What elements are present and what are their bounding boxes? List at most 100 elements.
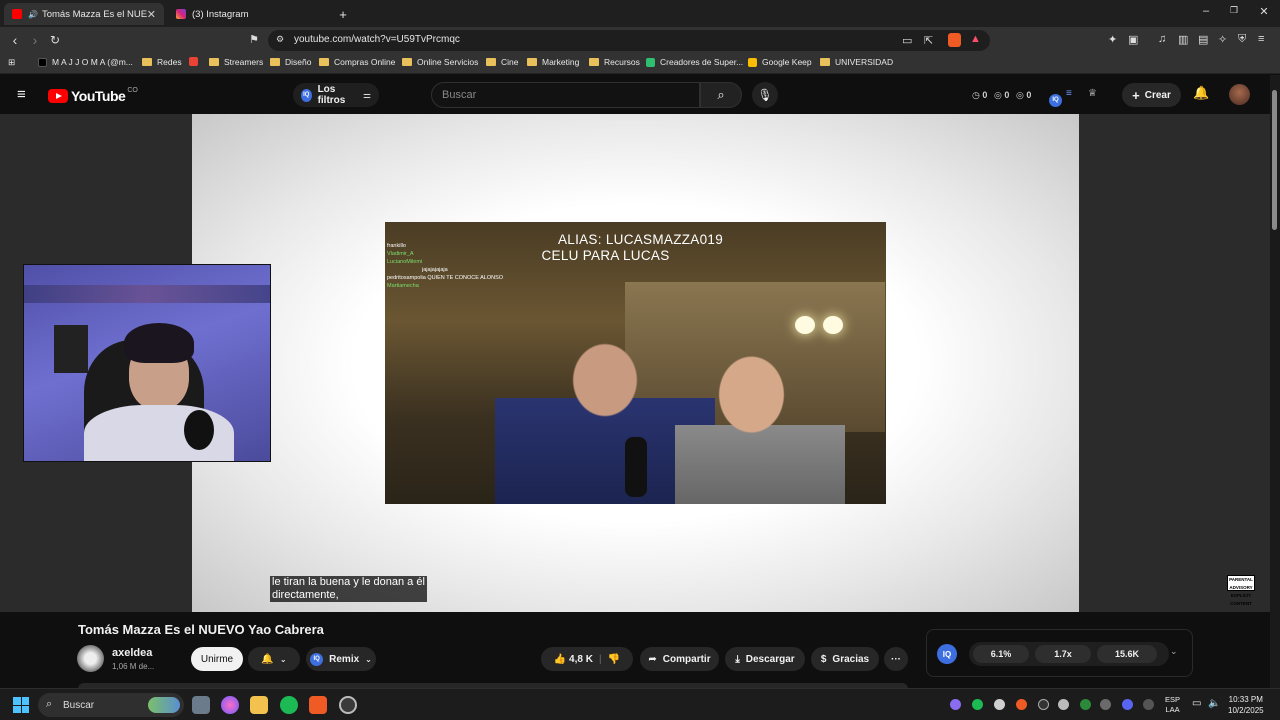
award-icon[interactable]: ♕ <box>1088 88 1097 99</box>
notifications-bell-icon[interactable]: 🔔 <box>1193 85 1209 101</box>
iq-icon: IQ <box>310 652 324 666</box>
more-actions-button[interactable]: ··· <box>884 647 908 671</box>
search-input[interactable]: Buscar <box>431 82 700 108</box>
spotify-icon[interactable] <box>280 696 298 714</box>
brave-rewards-icon[interactable]: ▲ <box>970 33 981 45</box>
close-window-button[interactable]: ✕ <box>1254 5 1274 18</box>
screenshot-icon[interactable]: ▣ <box>1128 33 1138 46</box>
filters-button[interactable]: IQ Los filtros ⚌ <box>293 83 379 107</box>
bookmark-online-servicios[interactable]: Online Servicios <box>402 57 478 67</box>
obs-tray-icon[interactable] <box>1038 699 1049 710</box>
address-bar[interactable]: ⚙ youtube.com/watch?v=U59TvPrcmqc ▭ ⇱ ▲ <box>268 30 990 51</box>
extensions-icon[interactable]: ✦ <box>1108 33 1117 46</box>
minimize-button[interactable]: – <box>1196 5 1216 17</box>
thanks-button[interactable]: $ Gracias <box>811 647 879 671</box>
close-tab-icon[interactable]: ✕ <box>147 8 156 21</box>
discord-tray-icon[interactable] <box>1122 699 1133 710</box>
like-button[interactable]: 👍 4,8 K <box>554 654 593 665</box>
tray-app-icon[interactable] <box>950 699 961 710</box>
bookmark-google-keep[interactable]: Google Keep <box>748 57 812 67</box>
network-icon[interactable]: ▭ <box>1192 698 1201 709</box>
sidebar-icon[interactable]: ▥ <box>1178 33 1188 46</box>
search-button[interactable]: ⌕ <box>700 82 742 108</box>
mic-icon: 🎙 <box>757 88 773 102</box>
music-icon[interactable]: ♫ <box>1158 33 1166 45</box>
list-icon[interactable]: ≡ <box>1066 88 1072 99</box>
tab-instagram[interactable]: (3) Instagram <box>168 3 328 25</box>
brave-shield-icon[interactable] <box>948 33 961 47</box>
channel-avatar[interactable] <box>77 645 104 672</box>
spotify-tray-icon[interactable] <box>972 699 983 710</box>
folder-icon <box>486 58 496 66</box>
controller-poster <box>54 325 88 373</box>
task-view-icon[interactable] <box>192 696 210 714</box>
remix-button[interactable]: IQ Remix ⌄ <box>306 647 376 671</box>
menu-icon[interactable]: ≡ <box>1258 33 1264 45</box>
system-clock[interactable]: 10:33 PM 10/2/2025 <box>1228 694 1264 716</box>
voice-search-button[interactable]: 🎙 <box>752 82 778 108</box>
bookmark-gmail[interactable] <box>189 57 203 66</box>
copilot-icon[interactable] <box>221 696 239 714</box>
chevron-down-icon: ⌄ <box>279 654 287 664</box>
site-info-icon[interactable]: ⚙ <box>276 34 284 45</box>
bookmark-redes[interactable]: Redes <box>142 57 182 67</box>
subscriber-count: 1,06 M de... <box>112 662 155 671</box>
file-explorer-icon[interactable] <box>250 696 268 714</box>
lamp-light <box>823 316 843 334</box>
input-language[interactable]: ESP LAA <box>1165 695 1180 715</box>
folder-icon <box>402 58 412 66</box>
vpn-icon[interactable]: ⛨ <box>1238 33 1246 46</box>
forward-button[interactable]: › <box>26 32 44 48</box>
download-button[interactable]: ⤓ Descargar <box>725 647 805 671</box>
youtube-logo[interactable]: YouTube CO <box>48 87 138 104</box>
bookmark-diseno[interactable]: Diseño <box>270 57 311 67</box>
tray-app-icon[interactable] <box>1058 699 1069 710</box>
bookmarks-bar: ⊞ M A J J O M A (@m... Redes Streamers D… <box>0 54 1280 74</box>
windows-start-icon[interactable] <box>13 697 29 713</box>
account-avatar[interactable] <box>1229 84 1250 105</box>
nvidia-tray-icon[interactable] <box>1080 699 1091 710</box>
chevron-down-icon[interactable]: ⌄ <box>1170 646 1178 657</box>
subscribed-bell-button[interactable]: 🔔 ⌄ <box>248 647 300 671</box>
bookmark-universidad[interactable]: UNIVERSIDAD <box>820 57 893 67</box>
hamburger-menu-icon[interactable]: ≡ <box>17 86 26 103</box>
bookmark-cine[interactable]: Cine <box>486 57 518 67</box>
share-icon[interactable]: ⇱ <box>924 34 933 47</box>
search-icon: ⌕ <box>46 698 53 710</box>
tray-app-icon[interactable] <box>994 699 1005 710</box>
bookmark-compras-online[interactable]: Compras Online <box>319 57 395 67</box>
creadores-icon <box>646 57 655 67</box>
bookmark-majjoma[interactable]: M A J J O M A (@m... <box>38 57 133 67</box>
audio-playing-icon: 🔊 <box>28 9 38 19</box>
obs-icon[interactable] <box>339 696 357 714</box>
cast-icon[interactable]: ▭ <box>902 34 912 47</box>
iq-extension-button[interactable]: IQ <box>1049 88 1062 107</box>
bookmark-icon[interactable]: ⚑ <box>249 33 259 46</box>
leo-ai-icon[interactable]: ✧ <box>1218 33 1227 46</box>
share-icon: ➦ <box>648 653 657 665</box>
new-tab-button[interactable]: + <box>333 3 353 25</box>
search-highlight-icon <box>148 697 180 713</box>
tray-app-icon[interactable] <box>1143 699 1154 710</box>
bookmark-recursos[interactable]: Recursos <box>589 57 640 67</box>
bookmark-creadores[interactable]: Creadores de Super... <box>646 57 743 67</box>
create-button[interactable]: + Crear <box>1122 83 1181 107</box>
channel-name[interactable]: axeldea <box>112 647 152 659</box>
apps-icon[interactable]: ⊞ <box>8 57 15 68</box>
brave-browser-icon[interactable] <box>309 696 327 714</box>
dislike-button[interactable]: 👎 <box>608 654 620 665</box>
tray-app-icon[interactable] <box>1100 699 1111 710</box>
scrollbar-thumb[interactable] <box>1272 90 1277 230</box>
taskbar-search[interactable]: ⌕ Buscar <box>38 693 184 717</box>
reload-button[interactable]: ↻ <box>46 32 64 48</box>
share-button[interactable]: ➦ Compartir <box>640 647 719 671</box>
bookmark-streamers[interactable]: Streamers <box>209 57 263 67</box>
tab-youtube[interactable]: 🔊 Tomás Mazza Es el NUEVO Yao ✕ <box>4 3 164 25</box>
volume-icon[interactable]: 🔈 <box>1208 698 1220 709</box>
restore-button[interactable]: ❐ <box>1224 5 1244 16</box>
bookmark-marketing[interactable]: Marketing <box>527 57 579 67</box>
wallet-icon[interactable]: ▤ <box>1198 33 1208 46</box>
brave-tray-icon[interactable] <box>1016 699 1027 710</box>
back-button[interactable]: ‹ <box>6 32 24 48</box>
join-button[interactable]: Unirme <box>191 647 243 671</box>
